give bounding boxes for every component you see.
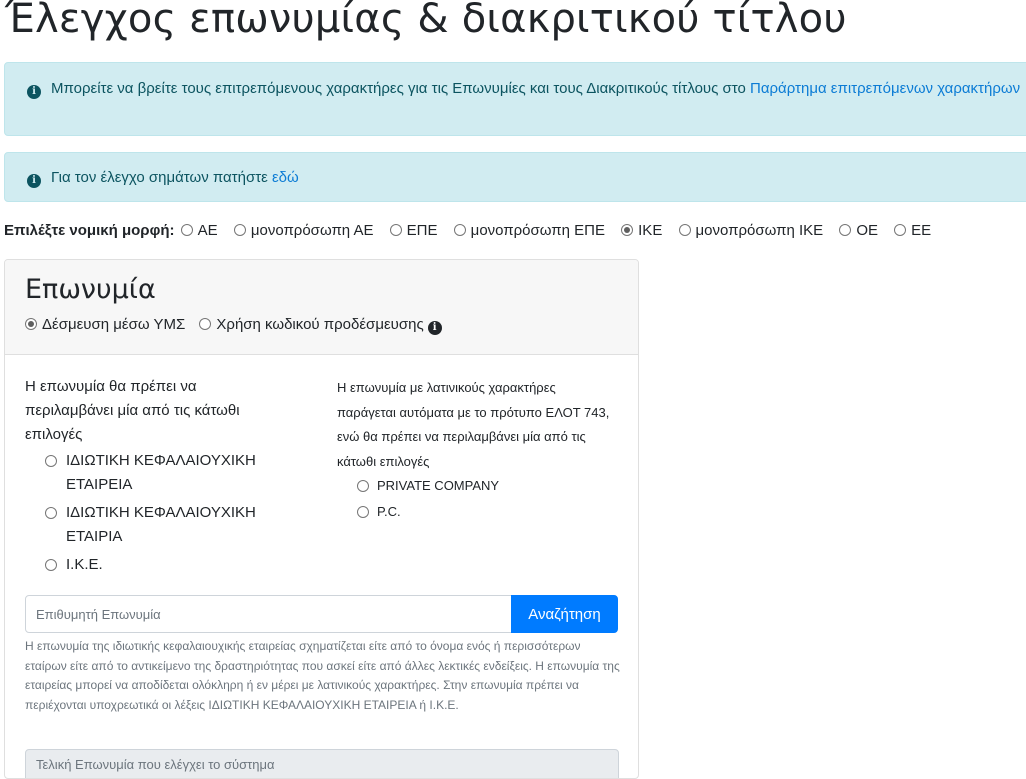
greek-option-radio[interactable] <box>45 507 57 519</box>
legal-form-radio[interactable] <box>678 224 691 236</box>
legal-form-radio[interactable] <box>621 224 634 236</box>
latin-options-intro: Η επωνυμία με λατινικούς χαρακτήρες παρά… <box>337 380 610 469</box>
trademark-link[interactable]: εδώ <box>272 169 299 186</box>
greek-name-options: Η επωνυμία θα πρέπει να περιλαμβάνει μία… <box>25 375 285 581</box>
latin-name-options: Η επωνυμία με λατινικούς χαρακτήρες παρά… <box>337 376 617 525</box>
page-title: Έλεγχος επωνυμίας & διακριτικού τίτλου <box>5 0 847 42</box>
legal-form-radio[interactable] <box>894 224 907 236</box>
final-name-field: Τελική Επωνυμία που ελέγχει το σύστημα <box>25 749 619 778</box>
card-title: Επωνυμία <box>25 274 156 305</box>
latin-option-radio[interactable] <box>357 505 369 518</box>
mode-radio[interactable] <box>25 318 37 330</box>
mode-radio[interactable] <box>199 318 212 330</box>
legal-form-option-label: μονοπρόσωπη ΕΠΕ <box>470 222 605 239</box>
legal-form-option-label: ΕΕ <box>911 222 932 239</box>
allowed-characters-alert: i Μπορείτε να βρείτε τους επιτρεπόμενους … <box>4 62 1026 136</box>
legal-form-label: Επιλέξτε νομική μορφή: <box>4 222 175 239</box>
name-search-group: Αναζήτηση <box>25 595 619 633</box>
legal-form-radio[interactable] <box>839 224 852 236</box>
trademark-alert: i Για τον έλεγχο σημάτων πατήστε εδώ <box>4 152 1026 202</box>
greek-option[interactable]: ΙΔΙΩΤΙΚΗ ΚΕΦΑΛΑΙΟΥΧΙΚΗ ΕΤΑΙΡΙΑ <box>45 501 285 549</box>
legal-form-option-monoprosopi-epe[interactable]: μονοπρόσωπη ΕΠΕ <box>453 220 605 242</box>
latin-options-list: PRIVATE COMPANY P.C. <box>337 474 617 524</box>
greek-option-radio[interactable] <box>45 455 57 467</box>
legal-form-option-ae[interactable]: ΑΕ <box>180 220 218 242</box>
legal-form-option-ike[interactable]: ΙΚΕ <box>621 220 662 242</box>
company-name-card: Επωνυμία Δέσμευση μέσω ΥΜΣ Χρήση κωδικού… <box>4 259 639 779</box>
greek-options-list: ΙΔΙΩΤΙΚΗ ΚΕΦΑΛΑΙΟΥΧΙΚΗ ΕΤΑΙΡΕΙΑ ΙΔΙΩΤΙΚΗ… <box>25 449 285 577</box>
legal-form-option-label: μονοπρόσωπη ΑΕ <box>250 222 374 239</box>
legal-form-option-label: ΟΕ <box>856 222 878 239</box>
legal-form-radio[interactable] <box>180 224 193 236</box>
legal-form-option-label: ΕΠΕ <box>406 222 438 239</box>
greek-option[interactable]: ΙΔΙΩΤΙΚΗ ΚΕΦΑΛΑΙΟΥΧΙΚΗ ΕΤΑΙΡΕΙΑ <box>45 449 285 497</box>
legal-form-option-label: μονοπρόσωπη ΙΚΕ <box>695 222 824 239</box>
legal-form-radio[interactable] <box>389 224 402 236</box>
card-header: Επωνυμία Δέσμευση μέσω ΥΜΣ Χρήση κωδικού… <box>5 260 638 355</box>
name-help-text: Η επωνυμία της ιδιωτικής κεφαλαιουχικής … <box>25 639 620 712</box>
info-icon[interactable]: i <box>427 321 442 335</box>
legal-form-option-epe[interactable]: ΕΠΕ <box>389 220 438 242</box>
greek-options-intro: Η επωνυμία θα πρέπει να περιλαμβάνει μία… <box>25 378 240 443</box>
legal-form-option-label: ΑΕ <box>197 222 218 239</box>
trademark-text: Για τον έλεγχο σημάτων πατήστε <box>51 169 272 186</box>
latin-option[interactable]: PRIVATE COMPANY <box>357 474 617 499</box>
allowed-characters-link[interactable]: Παράρτημα επιτρεπόμενων χαρακτήρων <box>750 80 1020 97</box>
legal-form-option-ee[interactable]: ΕΕ <box>894 220 931 242</box>
latin-option[interactable]: P.C. <box>357 500 617 525</box>
legal-form-option-oe[interactable]: ΟΕ <box>839 220 878 242</box>
latin-option-label: PRIVATE COMPANY <box>377 478 500 493</box>
mode-option-label: Χρήση κωδικού προδέσμευσης <box>216 316 424 333</box>
legal-form-selector: Επιλέξτε νομική μορφή: ΑΕ μονοπρόσωπη ΑΕ… <box>4 220 943 242</box>
desired-name-input[interactable] <box>25 595 512 633</box>
mode-option-yms[interactable]: Δέσμευση μέσω ΥΜΣ <box>25 316 185 333</box>
greek-option-label: Ι.Κ.Ε. <box>66 556 103 573</box>
info-icon: i <box>27 85 41 99</box>
legal-form-option-monoprosopi-ae[interactable]: μονοπρόσωπη ΑΕ <box>233 220 374 242</box>
legal-form-option-monoprosopi-ike[interactable]: μονοπρόσωπη ΙΚΕ <box>678 220 824 242</box>
mode-option-label: Δέσμευση μέσω ΥΜΣ <box>42 316 186 333</box>
legal-form-option-label: ΙΚΕ <box>638 222 663 239</box>
legal-form-radio[interactable] <box>453 224 466 236</box>
search-button[interactable]: Αναζήτηση <box>511 595 618 633</box>
greek-option-label: ΙΔΙΩΤΙΚΗ ΚΕΦΑΛΑΙΟΥΧΙΚΗ ΕΤΑΙΡΙΑ <box>66 504 256 545</box>
latin-option-radio[interactable] <box>357 480 369 492</box>
greek-option-radio[interactable] <box>45 559 57 571</box>
info-icon: i <box>27 174 41 188</box>
mode-option-precode[interactable]: Χρήση κωδικού προδέσμευσης i <box>199 316 442 335</box>
reservation-mode-selector: Δέσμευση μέσω ΥΜΣ Χρήση κωδικού προδέσμε… <box>25 314 618 336</box>
legal-form-radio[interactable] <box>233 224 246 236</box>
latin-option-label: P.C. <box>377 503 401 519</box>
greek-option[interactable]: Ι.Κ.Ε. <box>45 553 285 577</box>
greek-option-label: ΙΔΙΩΤΙΚΗ ΚΕΦΑΛΑΙΟΥΧΙΚΗ ΕΤΑΙΡΕΙΑ <box>66 452 256 493</box>
allowed-characters-text: Μπορείτε να βρείτε τους επιτρεπόμενους χ… <box>51 80 751 97</box>
